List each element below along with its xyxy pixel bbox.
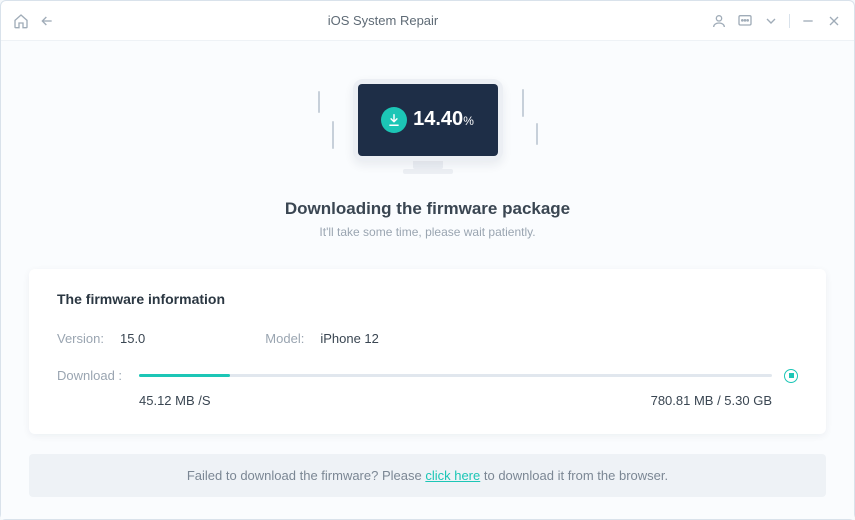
- account-icon[interactable]: [711, 13, 727, 29]
- model-field: Model: iPhone 12: [265, 331, 379, 346]
- card-title: The firmware information: [57, 291, 798, 307]
- version-label: Version:: [57, 331, 104, 346]
- footer-help: Failed to download the firmware? Please …: [29, 454, 826, 497]
- window-title: iOS System Repair: [55, 13, 711, 28]
- headline: Downloading the firmware package: [285, 199, 570, 219]
- main-content: 14.40% Downloading the firmware package …: [1, 41, 854, 519]
- progress-bar: [139, 374, 772, 377]
- download-size: 780.81 MB / 5.30 GB: [651, 393, 772, 408]
- firmware-info-card: The firmware information Version: 15.0 M…: [29, 269, 826, 434]
- progress-percent: 14.40%: [413, 108, 474, 131]
- minimize-icon[interactable]: [800, 13, 816, 29]
- close-icon[interactable]: [826, 13, 842, 29]
- download-speed: 45.12 MB /S: [139, 393, 211, 408]
- chevron-down-icon[interactable]: [763, 13, 779, 29]
- back-icon[interactable]: [39, 13, 55, 29]
- version-field: Version: 15.0: [57, 331, 145, 346]
- download-label: Download :: [57, 368, 127, 383]
- stop-button[interactable]: [784, 369, 798, 383]
- monitor-illustration: 14.40%: [298, 71, 558, 181]
- feedback-icon[interactable]: [737, 13, 753, 29]
- home-icon[interactable]: [13, 13, 29, 29]
- titlebar: iOS System Repair: [1, 1, 854, 41]
- download-arrow-icon: [381, 107, 407, 133]
- app-window: iOS System Repair: [0, 0, 855, 520]
- subhead: It'll take some time, please wait patien…: [319, 225, 535, 239]
- model-label: Model:: [265, 331, 304, 346]
- click-here-link[interactable]: click here: [425, 468, 480, 483]
- divider: [789, 14, 790, 28]
- version-value: 15.0: [120, 331, 145, 346]
- model-value: iPhone 12: [320, 331, 379, 346]
